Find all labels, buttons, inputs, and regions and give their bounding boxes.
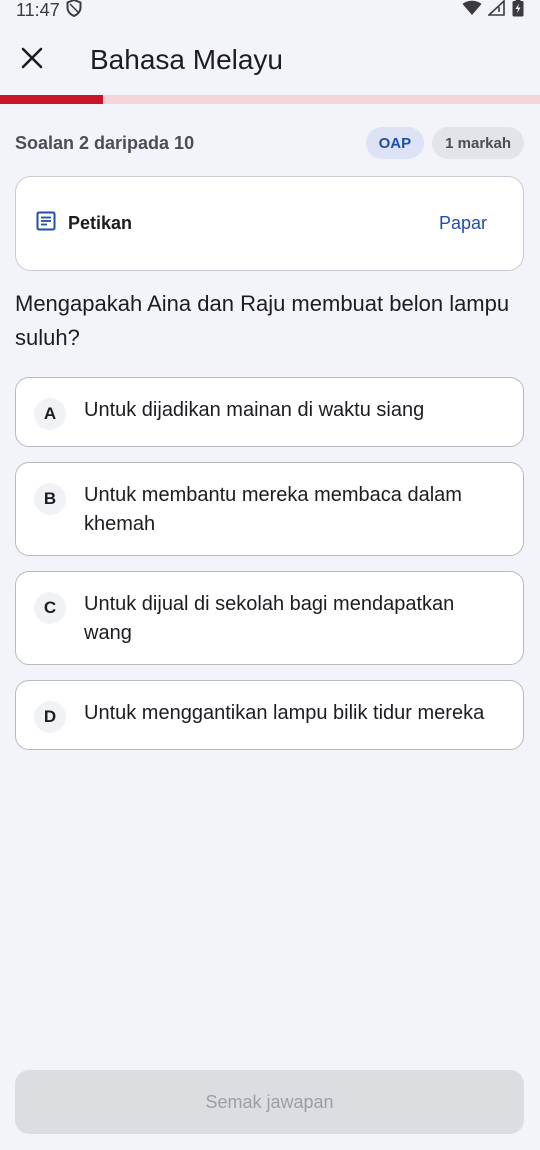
status-left: 11:47 bbox=[16, 0, 82, 22]
progress-bar bbox=[0, 95, 540, 104]
battery-icon bbox=[512, 0, 524, 22]
option-c[interactable]: C Untuk dijual di sekolah bagi mendapatk… bbox=[15, 571, 524, 665]
option-letter: B bbox=[34, 483, 66, 515]
option-letter: A bbox=[34, 398, 66, 430]
wifi-icon bbox=[462, 0, 482, 21]
option-text: Untuk menggantikan lampu bilik tidur mer… bbox=[84, 702, 485, 724]
app-bar: Bahasa Melayu bbox=[0, 28, 540, 92]
option-a[interactable]: A Untuk dijadikan mainan di waktu siang bbox=[15, 377, 524, 447]
clock: 11:47 bbox=[16, 0, 60, 20]
shield-icon bbox=[66, 0, 82, 22]
option-text: Untuk dijual di sekolah bagi mendapatkan… bbox=[84, 593, 455, 644]
document-icon bbox=[36, 211, 56, 236]
option-d[interactable]: D Untuk menggantikan lampu bilik tidur m… bbox=[15, 680, 524, 750]
answer-options: A Untuk dijadikan mainan di waktu siang … bbox=[15, 377, 524, 765]
question-meta: Soalan 2 daripada 10 OAP 1 markah bbox=[15, 127, 524, 159]
passage-label: Petikan bbox=[68, 213, 133, 233]
status-right bbox=[462, 0, 524, 22]
show-passage-button[interactable]: Papar bbox=[439, 213, 487, 234]
page-title: Bahasa Melayu bbox=[90, 44, 284, 75]
close-icon bbox=[21, 47, 43, 74]
question-counter: Soalan 2 daripada 10 bbox=[15, 132, 195, 153]
question-text: Mengapakah Aina dan Raju membuat belon l… bbox=[15, 291, 510, 350]
option-text: Untuk membantu mereka membaca dalam khem… bbox=[84, 484, 462, 535]
close-button[interactable] bbox=[10, 38, 54, 82]
option-b[interactable]: B Untuk membantu mereka membaca dalam kh… bbox=[15, 462, 524, 556]
category-badge: OAP bbox=[365, 127, 425, 159]
marks-badge: 1 markah bbox=[432, 127, 524, 159]
passage-card[interactable]: Petikan Papar bbox=[15, 176, 524, 271]
option-letter: D bbox=[34, 701, 66, 733]
option-letter: C bbox=[34, 592, 66, 624]
passage-header: Petikan bbox=[36, 211, 439, 236]
check-answer-button[interactable]: Semak jawapan bbox=[15, 1070, 524, 1134]
signal-icon bbox=[486, 0, 506, 21]
status-bar: 11:47 bbox=[0, 0, 540, 20]
option-text: Untuk dijadikan mainan di waktu siang bbox=[84, 399, 425, 421]
progress-fill bbox=[0, 95, 103, 104]
badge-group: OAP 1 markah bbox=[365, 127, 524, 159]
